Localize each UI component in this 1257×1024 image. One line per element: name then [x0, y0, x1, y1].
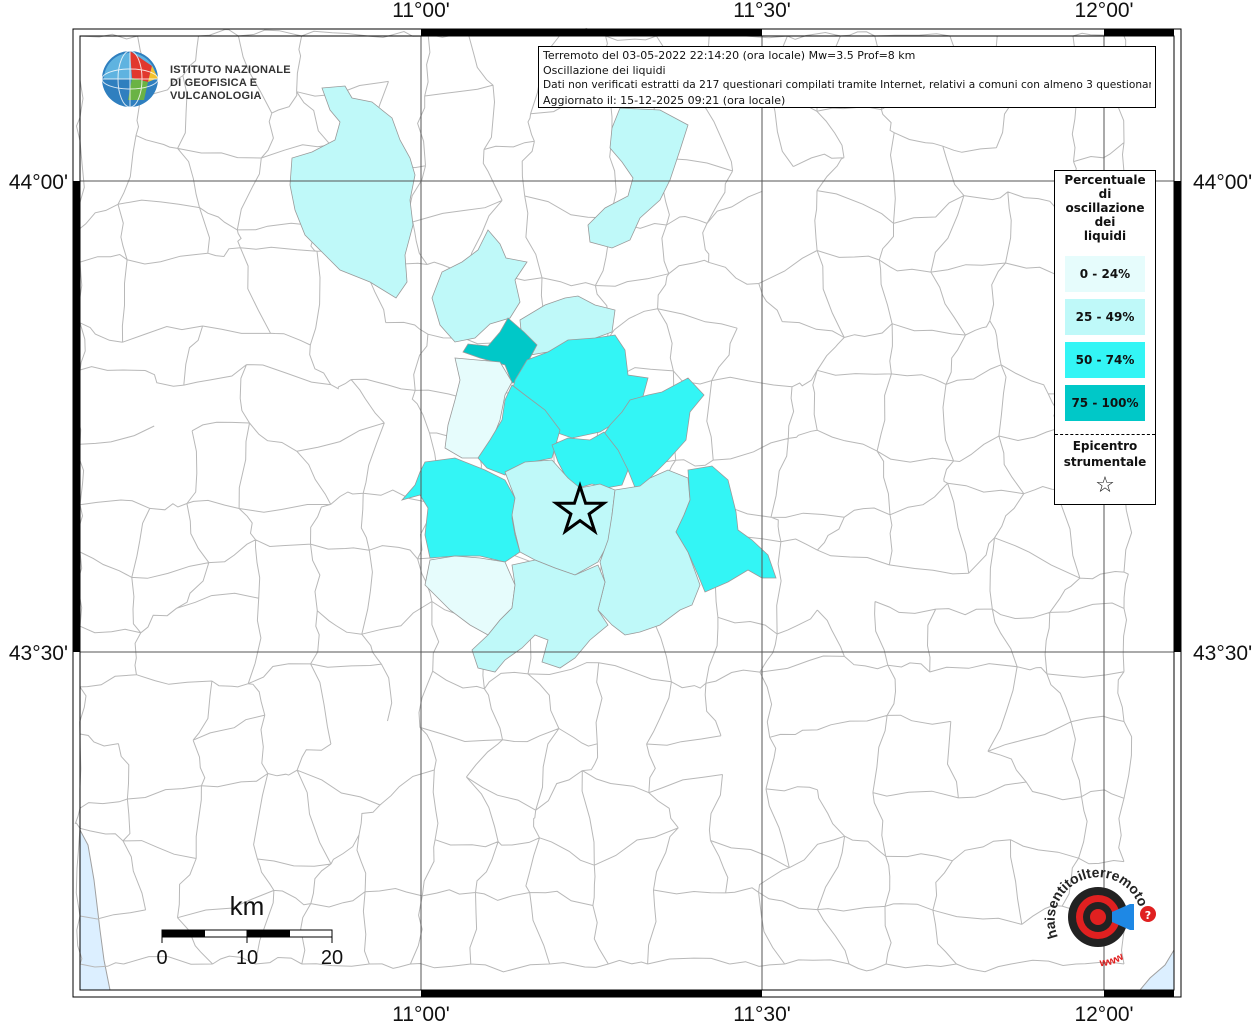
legend-title-line: di: [1098, 187, 1112, 201]
lat-tick-right-1: 44°00': [1193, 171, 1252, 194]
scale-bar-label-20: 20: [321, 947, 343, 969]
hai-sentito-logo: ? haisentitoilterremoto.it www: [1036, 849, 1168, 972]
scale-bar-label-10: 10: [236, 947, 258, 969]
lon-tick-top-2: 11°30': [733, 0, 791, 22]
svg-text:www: www: [1098, 951, 1126, 970]
lon-tick-top-1: 11°00': [392, 0, 450, 22]
lon-tick-bottom-2: 11°30': [733, 1003, 791, 1024]
legend-title: Percentuale di oscillazione dei liquidi: [1055, 171, 1155, 243]
lat-tick-left-2: 43°30': [9, 642, 68, 665]
event-info-box: Terremoto del 03-05-2022 22:14:20 (ora l…: [538, 46, 1156, 108]
lat-tick-left-1: 44°00': [9, 171, 68, 194]
legend-class-75-100: 75 - 100%: [1065, 385, 1145, 421]
legend-epicenter-line: Epicentro: [1072, 439, 1138, 453]
ingv-name-line-2: DI GEOFISICA E VULCANOLOGIA: [170, 77, 262, 102]
legend-title-line: dei: [1094, 215, 1116, 229]
legend-star-icon: ☆: [1095, 473, 1115, 498]
svg-text:?: ?: [1145, 909, 1151, 922]
lon-tick-bottom-3: 12°00': [1074, 1003, 1133, 1024]
hai-sentito-icon: ? haisentitoilterremoto.it www: [1036, 849, 1156, 970]
legend-epicenter-line: strumentale: [1063, 455, 1147, 469]
legend-divider: [1055, 434, 1155, 435]
event-info-line-1: Terremoto del 03-05-2022 22:14:20 (ora l…: [543, 49, 916, 62]
legend: Percentuale di oscillazione dei liquidi …: [1054, 170, 1156, 505]
legend-title-line: oscillazione: [1065, 201, 1145, 215]
scale-bar-label-0: 0: [156, 947, 167, 969]
hai-sentito-www: www: [1098, 951, 1126, 970]
globe-icon: [101, 50, 159, 108]
event-info-line-3: Dati non verificati estratti da 217 ques…: [543, 79, 1151, 91]
lat-tick-right-2: 43°30': [1193, 642, 1252, 665]
legend-title-line: Percentuale: [1064, 173, 1146, 187]
lon-tick-bottom-1: 11°00': [392, 1003, 450, 1024]
legend-epicenter-label: Epicentro strumentale: [1055, 438, 1155, 470]
lon-tick-top-3: 12°00': [1074, 0, 1133, 22]
event-info-line-4: Aggiornato il: 15-12-2025 09:21 (ora loc…: [543, 94, 786, 107]
legend-class-0-24: 0 - 24%: [1065, 256, 1145, 292]
legend-class-50-74: 50 - 74%: [1065, 342, 1145, 378]
event-info-line-2: Oscillazione dei liquidi: [543, 64, 666, 77]
ingv-name-line-1: ISTITUTO NAZIONALE: [170, 64, 291, 76]
ingv-logo: ISTITUTO NAZIONALE DI GEOFISICA E VULCAN…: [100, 48, 310, 110]
legend-class-25-49: 25 - 49%: [1065, 299, 1145, 335]
legend-title-line: liquidi: [1083, 229, 1127, 243]
scale-bar-unit: km: [230, 891, 265, 921]
